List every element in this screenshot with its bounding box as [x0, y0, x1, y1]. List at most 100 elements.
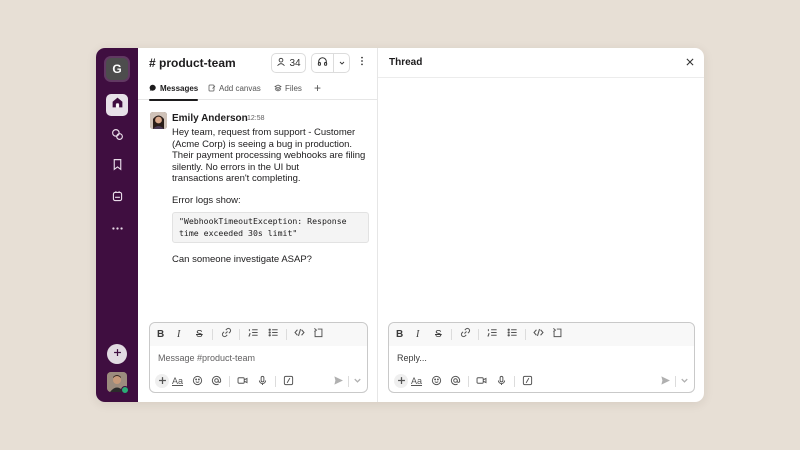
ordered-list-button[interactable] [487, 327, 498, 341]
code-button[interactable] [294, 327, 305, 341]
message-input[interactable]: Message #product-team [158, 353, 255, 363]
video-button[interactable] [476, 374, 487, 388]
plus-icon [112, 345, 123, 363]
message-body: Hey team, request from support - Custome… [172, 127, 372, 266]
slash-icon [283, 375, 294, 388]
rail-more-button[interactable] [106, 220, 128, 242]
tab-messages[interactable]: Messages [149, 81, 199, 101]
dm-icon [111, 128, 124, 146]
message-composer: B I S Message #product-team Aa [149, 322, 368, 393]
toolbar-divider [229, 376, 230, 387]
emoji-button[interactable] [192, 374, 203, 388]
toolbar-divider [275, 376, 276, 387]
audio-button[interactable] [496, 374, 507, 388]
send-options-button[interactable] [352, 374, 363, 388]
tab-messages-label: Messages [160, 84, 199, 93]
format-toggle-button[interactable]: Aa [411, 374, 422, 388]
message-bubble-icon [149, 84, 157, 94]
toolbar-divider [525, 329, 526, 340]
shortcuts-button[interactable] [522, 374, 533, 388]
at-icon [211, 375, 222, 388]
plus-icon [396, 375, 407, 388]
strikethrough-button[interactable]: S [435, 327, 442, 341]
tab-files[interactable]: Files [274, 81, 302, 96]
members-button[interactable]: 34 [271, 53, 306, 73]
channel-pane: # product-team 34 Messages Add canvas Fi… [138, 48, 378, 402]
strikethrough-button[interactable]: S [196, 327, 203, 341]
bold-button[interactable]: B [157, 327, 164, 341]
tab-add-canvas-label: Add canvas [219, 84, 261, 93]
message-paragraph: Error logs show: [172, 194, 241, 206]
format-toggle-button[interactable]: Aa [172, 374, 183, 388]
mention-button[interactable] [211, 374, 222, 388]
shortcuts-button[interactable] [283, 374, 294, 388]
add-tab-button[interactable]: + [314, 81, 321, 95]
message-author[interactable]: Emily Anderson [172, 113, 248, 124]
toolbar-divider [675, 376, 676, 387]
attach-button[interactable] [394, 374, 408, 388]
italic-button[interactable]: I [416, 327, 419, 341]
toolbar-divider [468, 376, 469, 387]
rail-home-button[interactable] [106, 94, 128, 116]
tab-add-canvas[interactable]: Add canvas [208, 81, 261, 96]
rail-dms-button[interactable] [106, 126, 128, 148]
ordered-list-icon [487, 327, 498, 341]
formatting-toolbar: B I S [150, 323, 367, 346]
workspace-switcher[interactable]: G [106, 58, 128, 80]
headphones-icon [317, 54, 328, 72]
chevron-down-icon [679, 375, 690, 388]
emoji-button[interactable] [431, 374, 442, 388]
channel-title[interactable]: # product-team [149, 56, 236, 70]
mention-button[interactable] [450, 374, 461, 388]
chevron-down-icon [352, 375, 363, 388]
person-icon [276, 57, 286, 70]
tab-files-label: Files [285, 84, 302, 93]
message-timestamp[interactable]: 12:58 [247, 115, 265, 122]
code-block-icon [313, 327, 324, 341]
bullet-list-button[interactable] [507, 327, 518, 341]
plus-icon [157, 375, 168, 388]
add-workspace-button[interactable] [107, 344, 127, 364]
bullet-list-icon [268, 327, 279, 341]
attach-button[interactable] [155, 374, 169, 388]
microphone-icon [496, 375, 507, 388]
message-avatar[interactable] [150, 112, 167, 129]
rail-later-button[interactable] [106, 156, 128, 178]
chevron-down-icon [338, 54, 346, 72]
code-block-button[interactable] [552, 327, 563, 341]
close-thread-button[interactable] [683, 56, 697, 70]
send-options-button[interactable] [679, 374, 690, 388]
emoji-icon [192, 375, 203, 388]
reply-input[interactable]: Reply... [397, 353, 427, 363]
member-count: 34 [289, 57, 301, 69]
video-button[interactable] [237, 374, 248, 388]
video-icon [476, 375, 487, 388]
code-block-button[interactable] [313, 327, 324, 341]
code-button[interactable] [533, 327, 544, 341]
code-block-icon [552, 327, 563, 341]
italic-button[interactable]: I [177, 327, 180, 341]
send-button[interactable] [660, 374, 671, 388]
toolbar-divider [514, 376, 515, 387]
bold-button[interactable]: B [396, 327, 403, 341]
huddle-button[interactable] [311, 53, 350, 73]
bullet-list-icon [507, 327, 518, 341]
send-icon [333, 375, 344, 388]
huddle-dropdown[interactable] [334, 54, 349, 72]
thread-reply-composer: B I S Reply... Aa [388, 322, 695, 393]
link-button[interactable] [221, 327, 232, 341]
audio-button[interactable] [257, 374, 268, 388]
send-button[interactable] [333, 374, 344, 388]
thread-title: Thread [389, 57, 423, 68]
video-icon [237, 375, 248, 388]
bullet-list-button[interactable] [268, 327, 279, 341]
link-button[interactable] [460, 327, 471, 341]
rail-activity-button[interactable] [106, 188, 128, 210]
headphones-button[interactable] [312, 54, 334, 72]
channel-more-button[interactable] [357, 55, 367, 71]
bookmark-icon [111, 158, 124, 176]
message-paragraph: Hey team, request from support - Custome… [172, 127, 366, 184]
ordered-list-button[interactable] [248, 327, 259, 341]
toolbar-divider [478, 329, 479, 340]
activity-icon [111, 190, 124, 208]
